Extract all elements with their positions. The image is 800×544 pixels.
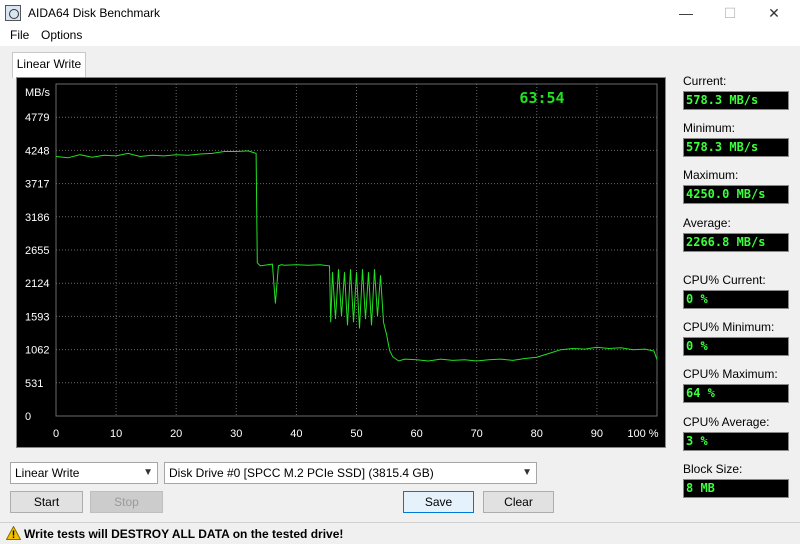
warning-text: Write tests will DESTROY ALL DATA on the… [24,527,344,541]
cpu-maximum-value: 64 % [683,384,789,403]
current-value: 578.3 MB/s [683,91,789,110]
cpu-average-label: CPU% Average: [683,415,770,429]
x-tick-label: 90 [591,428,603,440]
menu-bar: File Options [0,26,800,46]
y-tick-label: 4779 [25,112,49,124]
minimum-value: 578.3 MB/s [683,138,789,157]
test-type-select[interactable]: Linear Write ▼ [10,462,158,484]
window-title: AIDA64 Disk Benchmark [28,6,161,20]
cpu-average-value: 3 % [683,432,789,451]
x-tick-label: 100 % [627,428,658,440]
average-label: Average: [683,216,731,230]
clear-button[interactable]: Clear [483,491,554,513]
maximize-button[interactable]: ☐ [720,4,740,22]
block-size-label: Block Size: [683,462,743,476]
cpu-minimum-value: 0 % [683,337,789,356]
chevron-down-icon: ▼ [522,467,532,478]
y-tick-label: 1062 [25,345,49,357]
cpu-minimum-label: CPU% Minimum: [683,320,775,334]
y-axis-label: MB/s [25,87,51,99]
current-label: Current: [683,74,727,88]
y-tick-label: 531 [25,378,43,390]
cpu-maximum-label: CPU% Maximum: [683,367,778,381]
x-tick-label: 80 [531,428,543,440]
stop-button[interactable]: Stop [90,491,163,513]
elapsed-timer: 63:54 [519,89,564,107]
block-size-value[interactable]: 8 MB [683,479,789,498]
chevron-down-icon: ▼ [143,467,153,478]
x-tick-label: 50 [350,428,362,440]
x-tick-label: 0 [53,428,59,440]
x-tick-label: 20 [170,428,182,440]
x-tick-label: 10 [110,428,122,440]
client-area: Linear Write 0 531 1062 1593 2124 2655 3186 371… [0,46,800,522]
x-tick-label: 40 [290,428,302,440]
y-tick-label: 0 [25,411,31,423]
maximum-value: 4250.0 MB/s [683,185,789,204]
start-button[interactable]: Start [10,491,83,513]
status-bar: Write tests will DESTROY ALL DATA on the… [0,522,800,544]
y-tick-label: 2655 [25,245,49,257]
test-type-value: Linear Write [15,466,80,480]
y-tick-label: 2124 [25,278,49,290]
cpu-current-value: 0 % [683,290,789,309]
save-button[interactable]: Save [403,491,474,513]
cpu-current-label: CPU% Current: [683,273,766,287]
chart-svg: 0 531 1062 1593 2124 2655 3186 3717 4248 4779 MB/s… [25,83,659,440]
warning-icon [6,526,21,540]
average-value: 2266.8 MB/s [683,233,789,252]
app-icon [5,5,21,21]
x-tick-label: 30 [230,428,242,440]
drive-select[interactable]: Disk Drive #0 [SPCC M.2 PCIe SSD] (3815.… [164,462,537,484]
y-tick-label: 4248 [25,145,49,157]
minimum-label: Minimum: [683,121,736,135]
close-button[interactable]: ✕ [764,4,784,22]
x-tick-label: 60 [410,428,422,440]
x-tick-label: 70 [471,428,483,440]
y-tick-label: 3717 [25,179,49,191]
menu-file[interactable]: File [10,28,29,42]
menu-options[interactable]: Options [41,28,82,42]
drive-value: Disk Drive #0 [SPCC M.2 PCIe SSD] (3815.… [169,466,434,480]
tab-linear-write[interactable]: Linear Write [12,52,86,78]
y-tick-label: 1593 [25,311,49,323]
y-tick-label: 3186 [25,212,49,224]
minimize-button[interactable]: — [676,4,696,22]
title-bar: AIDA64 Disk Benchmark — ☐ ✕ [0,0,800,26]
maximum-label: Maximum: [683,168,739,182]
benchmark-chart: 0 531 1062 1593 2124 2655 3186 3717 4248 4779 MB/s… [16,77,666,448]
